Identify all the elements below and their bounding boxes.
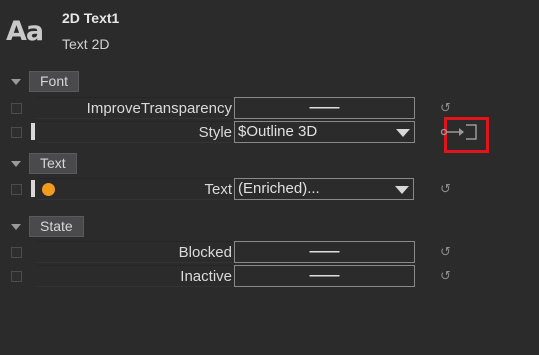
row-checkbox[interactable] [11,247,22,258]
link-connector-icon[interactable] [440,122,490,142]
section-state-label[interactable]: State [29,216,84,237]
row-checkbox[interactable] [11,271,22,282]
reset-icon[interactable]: ↺ [440,244,451,260]
object-type: Text 2D [62,36,110,52]
property-row-blocked: Blocked —— ↺ [0,240,539,264]
property-row-text: Text (Enriched)... ↺ [0,177,539,201]
row-grip [31,123,35,140]
row-grip [31,180,35,197]
row-checkbox[interactable] [11,127,22,138]
chevron-down-icon[interactable] [11,224,21,230]
object-header: Aa 2D Text1 Text 2D [0,0,539,62]
improve-transparency-field[interactable]: —— [234,97,415,119]
chevron-down-icon[interactable] [395,186,409,194]
object-name: 2D Text1 [62,10,120,26]
chevron-down-icon[interactable] [396,129,410,137]
property-row-inactive: Inactive —— ↺ [0,264,539,288]
row-checkbox[interactable] [11,184,22,195]
blocked-field[interactable]: —— [234,241,415,263]
property-label: ImproveTransparency [86,100,232,117]
style-dropdown-value: $Outline 3D [238,123,318,140]
text-dropdown-value: (Enriched)... [238,180,320,197]
section-font-label[interactable]: Font [29,71,80,92]
property-label-cell [37,178,232,200]
property-label: Blocked [178,244,232,261]
reset-icon[interactable]: ↺ [440,100,451,116]
chevron-down-icon[interactable] [11,161,21,167]
row-checkbox[interactable] [11,103,22,114]
inactive-field[interactable]: —— [234,265,415,287]
property-label: Style [198,124,232,141]
text-object-icon: Aa [6,16,44,47]
reset-icon[interactable]: ↺ [440,268,451,284]
style-dropdown[interactable]: $Outline 3D [234,121,415,143]
section-state[interactable]: State [0,216,539,238]
text-dropdown[interactable]: (Enriched)... [234,178,414,200]
property-label: Text [204,181,232,198]
chevron-down-icon[interactable] [11,79,21,85]
section-text-label[interactable]: Text [29,153,77,174]
reset-icon[interactable]: ↺ [440,181,451,197]
property-label: Inactive [180,268,232,285]
section-text[interactable]: Text [0,153,539,175]
section-font[interactable]: Font [0,71,539,93]
